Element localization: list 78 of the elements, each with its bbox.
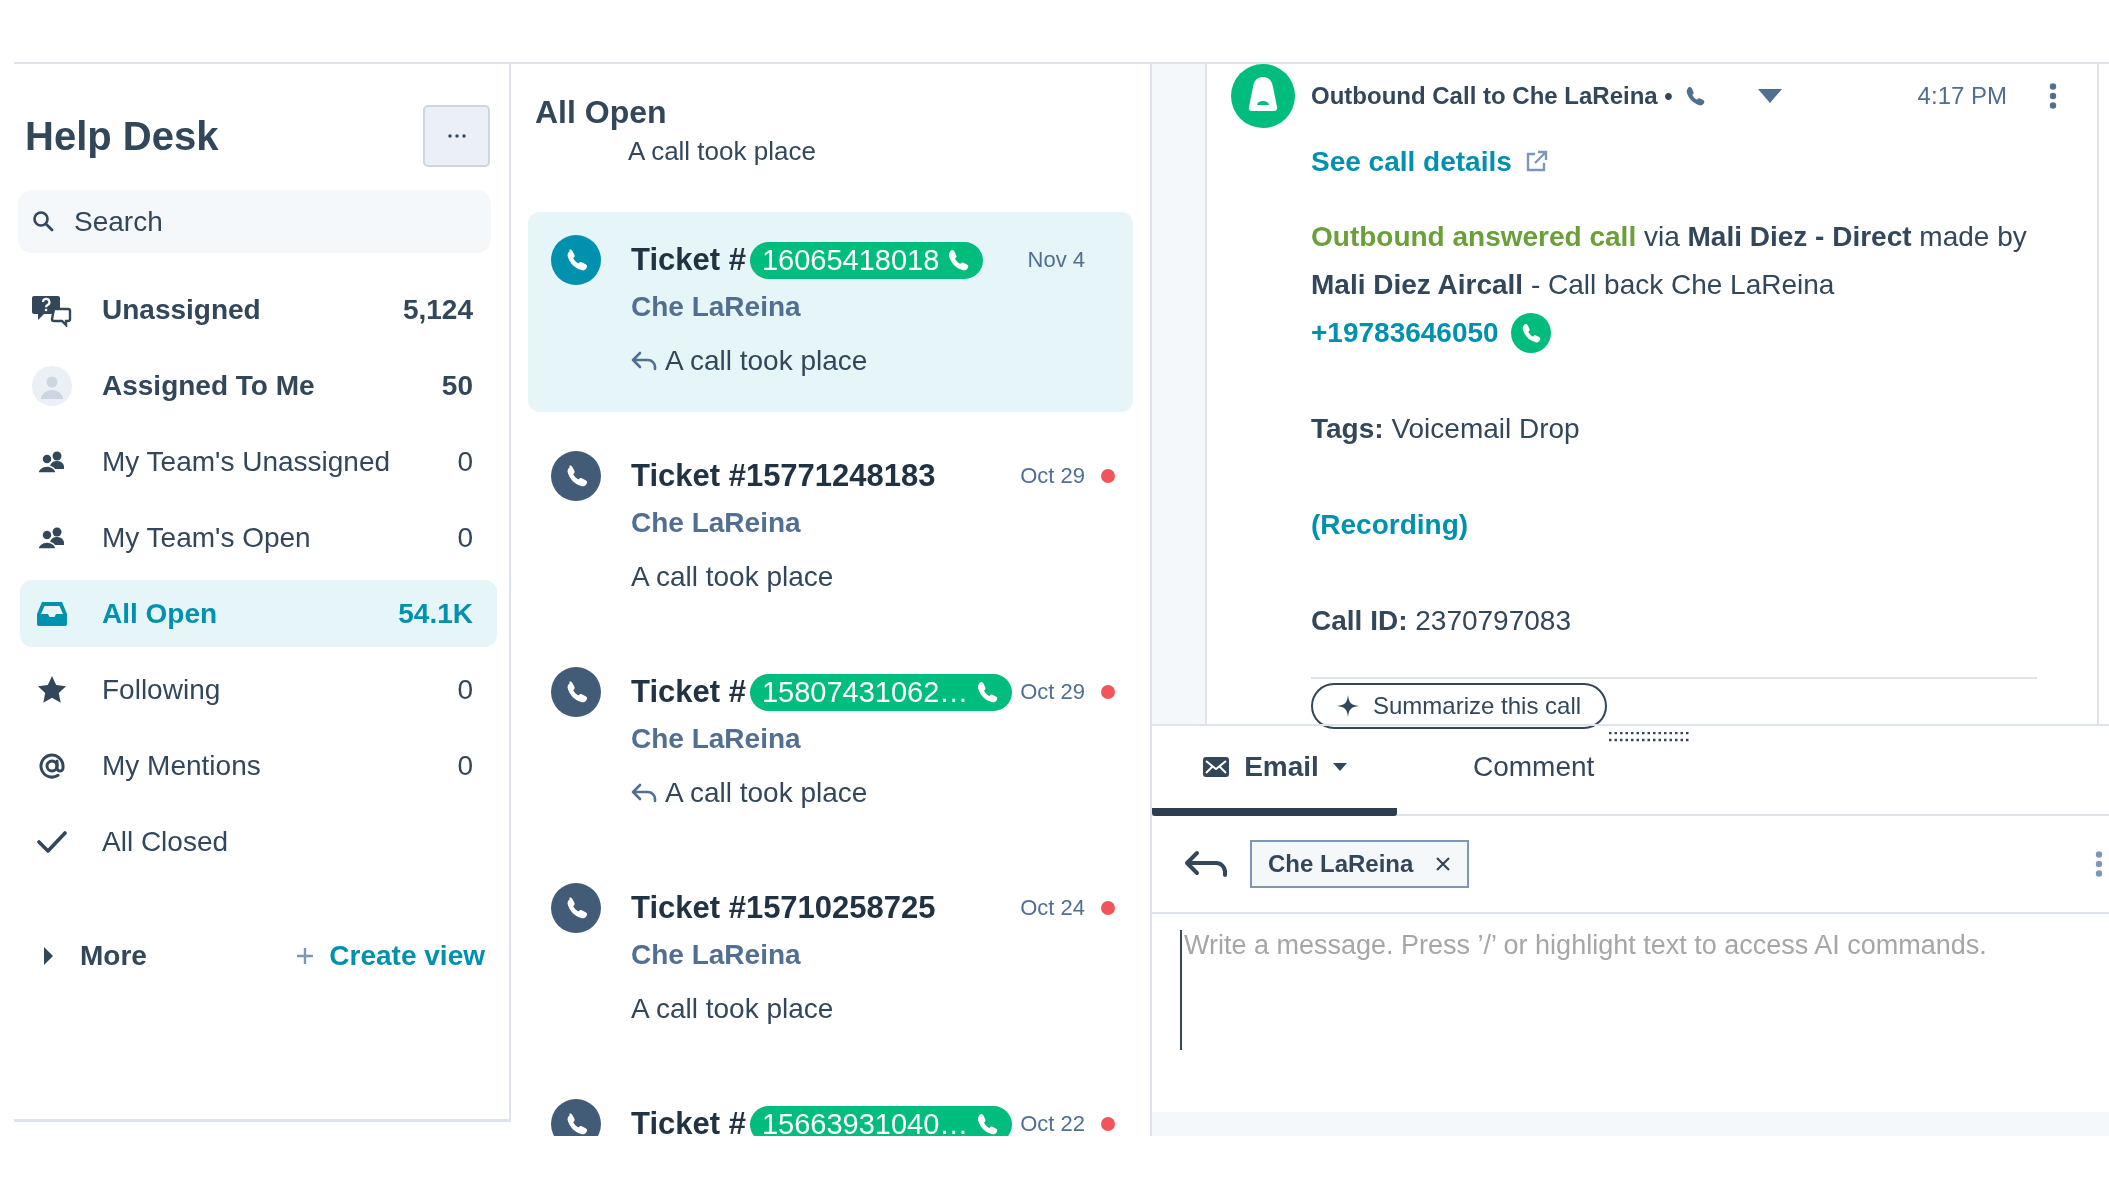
- star-icon: [37, 674, 67, 705]
- ticket-title: Ticket #15771248183: [631, 458, 936, 494]
- ticket-date: Oct 24: [1020, 895, 1085, 921]
- drag-handle-icon[interactable]: [1608, 732, 1690, 742]
- phone-icon: [551, 235, 601, 285]
- call-details-link[interactable]: See call details: [1311, 138, 1548, 186]
- kebab-menu-icon[interactable]: [2049, 83, 2057, 109]
- ticket-title: Ticket #: [631, 242, 746, 278]
- phone-icon: [1520, 323, 1541, 343]
- ticket-card[interactable]: Ticket #15710258725 Oct 24 Che LaReina A call took place: [528, 860, 1133, 1060]
- ticket-date: Oct 22: [1020, 1111, 1085, 1136]
- ticket-card[interactable]: Ticket # 15663931040… Oct 22: [528, 1076, 1133, 1136]
- ticket-subject: A call took place: [665, 344, 868, 378]
- ellipsis-icon: [447, 134, 466, 138]
- message-field[interactable]: Write a message. Press ’/’ or highlight text to access AI commands.: [1180, 930, 2089, 1050]
- plus-icon: [295, 945, 316, 966]
- ticket-subject: A call took place: [628, 136, 816, 166]
- ticket-subject: A call took place: [631, 992, 834, 1026]
- phone-icon: [976, 681, 999, 703]
- recording-link[interactable]: (Recording): [1311, 501, 1469, 549]
- view-item[interactable]: Unassigned 5,124: [20, 276, 497, 343]
- call-description: Outbound answered call via Mali Diez - Direct made by Mali Diez Aircall - Call back Che LaReina: [1311, 220, 2028, 302]
- call-title: Outbound Call to Che LaReina •: [1311, 82, 1673, 110]
- contact-name: Che LaReina: [631, 506, 802, 540]
- avatar-icon: [1231, 64, 1295, 128]
- list-title: All Open: [535, 94, 667, 130]
- ticket-card[interactable]: Ticket # 16065418018 Nov 4 Che LaReina A call took place: [528, 212, 1133, 412]
- ticket-subject: A call took place: [665, 776, 868, 810]
- view-item[interactable]: All Closed: [20, 808, 497, 875]
- avatar-icon: [32, 365, 72, 406]
- check-icon: [37, 829, 67, 854]
- recipient-chip[interactable]: Che LaReina: [1250, 840, 1470, 888]
- composer-tab[interactable]: Comment: [1437, 726, 1631, 816]
- ticket-date: Oct 29: [1020, 679, 1085, 705]
- ticket-title: Ticket #15710258725: [631, 890, 936, 926]
- view-item[interactable]: Following 0: [20, 656, 497, 723]
- phone-icon: [947, 249, 970, 271]
- phone-icon: [551, 883, 601, 933]
- composer-tab[interactable]: Email: [1152, 726, 1397, 816]
- view-item[interactable]: My Mentions 0: [20, 732, 497, 799]
- view-item[interactable]: My Team's Unassigned 0: [20, 428, 497, 495]
- close-icon[interactable]: [1435, 856, 1452, 872]
- ticket-date: Nov 4: [1027, 247, 1085, 273]
- sidebar-title: Help Desk: [25, 113, 219, 159]
- call-time: 4:17 PM: [1917, 82, 2007, 110]
- team-icon: [37, 525, 67, 550]
- phone-icon: [1684, 86, 1705, 106]
- phone-icon: [551, 667, 601, 717]
- phone-link[interactable]: +19783646050: [1311, 317, 1499, 349]
- phone-icon: [551, 1099, 601, 1136]
- call-id: Call ID: 2370797083: [1311, 604, 1572, 638]
- contact-name: Che LaReina: [631, 722, 802, 756]
- summarize-button[interactable]: Summarize this call: [1311, 683, 1608, 729]
- caret-right-icon: [42, 945, 54, 966]
- kebab-menu-icon[interactable]: [2095, 851, 2103, 877]
- ticket-title: Ticket #: [631, 674, 746, 710]
- envelope-icon: [1202, 756, 1231, 778]
- ticket-title: Ticket #: [631, 1106, 746, 1136]
- inbox-icon: [36, 600, 68, 627]
- phone-icon: [551, 451, 601, 501]
- reply-icon[interactable]: [1184, 850, 1228, 878]
- caret-down-icon: [1332, 762, 1347, 772]
- sparkle-icon: [1337, 695, 1359, 717]
- contact-name: Che LaReina: [631, 938, 802, 972]
- call-tags: Tags: Voicemail Drop: [1311, 405, 2037, 453]
- team-icon: [37, 449, 67, 474]
- create-view-link[interactable]: Create view: [295, 939, 485, 972]
- ticket-subject: A call took place: [631, 560, 834, 594]
- phone-icon: [976, 1113, 999, 1135]
- ticket-card[interactable]: Ticket # 15807431062… Oct 29 Che LaReina A call took place: [528, 644, 1133, 844]
- more-button[interactable]: More: [42, 939, 147, 972]
- ticket-date: Oct 29: [1020, 463, 1085, 489]
- ticket-card[interactable]: Ticket #15771248183 Oct 29 Che LaReina A call took place: [528, 428, 1133, 628]
- view-item[interactable]: Assigned To Me 50: [20, 352, 497, 419]
- search-field[interactable]: Search: [18, 190, 491, 253]
- view-item[interactable]: My Team's Open 0: [20, 504, 497, 571]
- caret-down-icon[interactable]: [1756, 88, 1783, 104]
- contact-name: Che LaReina: [631, 290, 802, 324]
